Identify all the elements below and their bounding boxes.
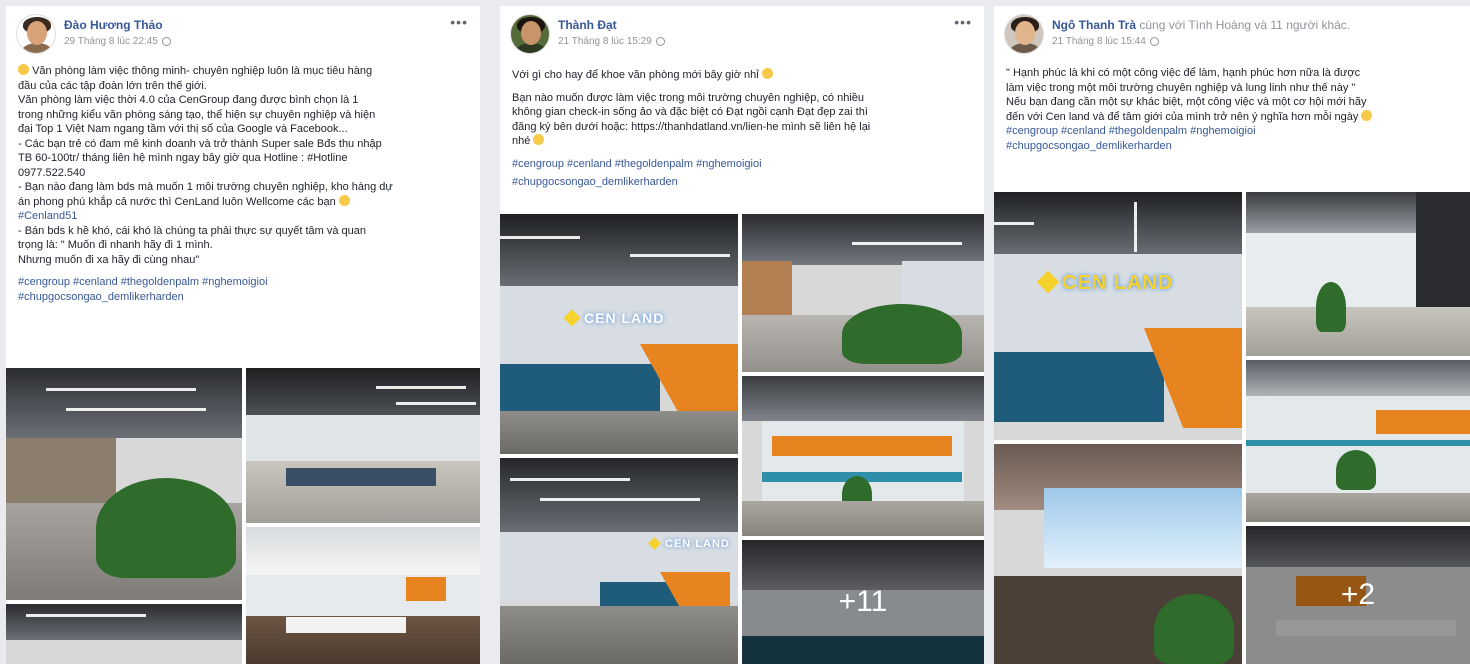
photo[interactable] <box>1246 192 1470 356</box>
author-line: Thành Đạt <box>558 18 617 32</box>
post-meta: 21 Tháng 8 lúc 15:29 <box>558 36 665 47</box>
post-meta: 21 Tháng 8 lúc 15:44 <box>1052 36 1159 47</box>
post-line <box>512 83 972 91</box>
tagged-with[interactable]: cùng với Tình Hoàng và 11 người khác. <box>1139 18 1350 32</box>
cenland-logo: CEN LAND <box>648 537 730 550</box>
post-card: Thành Đạt 21 Tháng 8 lúc 15:29 ••• Với g… <box>500 6 984 664</box>
post-card: Ngô Thanh Trà cùng với Tình Hoàng và 11 … <box>994 6 1470 664</box>
hashtag-link[interactable]: #chupgocsongao_demlikerharden <box>1006 139 1458 154</box>
post-line: - Các bạn trẻ có đam mê kinh doanh và tr… <box>18 137 382 150</box>
post-text: " Hạnh phúc là khi có một công việc để l… <box>994 56 1470 153</box>
laugh-emoji-icon <box>338 194 350 206</box>
globe-icon <box>1149 36 1159 46</box>
post-line: đại Top 1 Việt Nam ngang tầm với thị sổ … <box>18 123 348 135</box>
post-line: Với gì cho hay để khoe văn phòng mới bây… <box>512 69 759 81</box>
hashtag-link[interactable]: #cengroup #cenland #thegoldenpalm #nghem… <box>18 275 468 290</box>
photo[interactable] <box>246 368 480 523</box>
post-header: Thành Đạt 21 Tháng 8 lúc 15:29 ••• <box>500 6 984 56</box>
post-line: Văn phòng làm việc thông minh- chuyên ng… <box>32 65 373 77</box>
post-line: đến với Cen land và để tâm giới của mình… <box>1006 110 1359 123</box>
photo-grid: CEN LAND +2 <box>994 192 1470 664</box>
photo[interactable] <box>246 527 480 664</box>
more-options-button[interactable]: ••• <box>450 14 468 30</box>
post-line: TB 60-100tr/ tháng liên hệ mình ngay bây… <box>18 152 348 164</box>
avatar[interactable] <box>16 14 56 54</box>
photo[interactable]: CEN LAND <box>994 192 1242 440</box>
post-line: - Bạn nào đang làm bds mà muốn 1 môi trư… <box>18 181 393 193</box>
post-line: " Hạnh phúc là khi có một công việc để l… <box>1006 67 1361 79</box>
post-line: trong những kiểu văn phòng sáng tạo, thể… <box>18 108 376 121</box>
smiley-emoji-icon <box>1361 109 1373 121</box>
photo[interactable] <box>1246 360 1470 522</box>
photo[interactable] <box>6 604 242 664</box>
avatar[interactable] <box>1004 14 1044 54</box>
globe-icon <box>655 36 665 46</box>
hashtag-link[interactable]: #chupgocsongao_demlikerharden <box>18 290 468 305</box>
photo[interactable]: +2 <box>1246 526 1470 664</box>
photo[interactable]: CEN LAND <box>500 214 738 454</box>
photo[interactable] <box>742 376 984 536</box>
photo-grid <box>6 368 480 664</box>
cenland-logo: CEN LAND <box>1036 270 1173 295</box>
hashtag-link[interactable]: #cengroup #cenland #thegoldenpalm #nghem… <box>1006 124 1458 139</box>
post-meta: 29 Tháng 8 lúc 22:45 <box>64 36 171 47</box>
author-name[interactable]: Ngô Thanh Trà <box>1052 18 1136 32</box>
smiley-emoji-icon <box>533 134 545 145</box>
post-text: Văn phòng làm việc thông minh- chuyên ng… <box>6 56 480 304</box>
post-line: Nhưng muốn đi xa hãy đi cùng nhau" <box>18 253 200 266</box>
post-header: Ngô Thanh Trà cùng với Tình Hoàng và 11 … <box>994 6 1470 56</box>
timestamp[interactable]: 29 Tháng 8 lúc 22:45 <box>64 36 158 47</box>
post-line: 0977.522.540 <box>18 166 86 179</box>
post-line: đầu của các tập đoàn lớn trên thế giới. <box>18 79 207 92</box>
post-line: Văn phòng làm việc thời 4.0 của CenGroup… <box>18 94 359 106</box>
post-text: Với gì cho hay để khoe văn phòng mới bây… <box>500 56 984 190</box>
more-photos-count[interactable]: +2 <box>1246 526 1470 664</box>
post-line: đăng ký bên dưới hoặc: https://thanhdatl… <box>512 120 871 133</box>
photo[interactable] <box>994 444 1242 664</box>
author-line: Ngô Thanh Trà cùng với Tình Hoàng và 11 … <box>1052 18 1350 32</box>
post-line: Bạn nào muốn được làm việc trong môi trư… <box>512 91 865 104</box>
photo[interactable] <box>6 368 242 600</box>
timestamp[interactable]: 21 Tháng 8 lúc 15:44 <box>1052 36 1146 47</box>
globe-icon <box>161 36 171 46</box>
post-line: không gian check-in sống ảo và đặc biệt … <box>512 106 868 118</box>
post-line: trọng là: " Muốn đi nhanh hãy đi 1 mình. <box>18 239 213 251</box>
timestamp[interactable]: 21 Tháng 8 lúc 15:29 <box>558 36 652 47</box>
photo[interactable] <box>742 214 984 372</box>
hashtag-link[interactable]: #chupgocsongao_demlikerharden <box>512 175 972 190</box>
post-line: án phong phú khắp cả nước thì CenLand lu… <box>18 195 336 208</box>
post-header: Đào Hương Thảo 29 Tháng 8 lúc 22:45 ••• <box>6 6 480 56</box>
author-line: Đào Hương Thảo <box>64 18 163 32</box>
post-line: làm việc trong một môi trường chuyên ngh… <box>1006 81 1356 94</box>
more-photos-count[interactable]: +11 <box>742 540 984 664</box>
cenland-logo: CEN LAND <box>563 309 664 327</box>
photo-grid: CEN LAND CEN LAND +11 <box>500 214 984 664</box>
avatar[interactable] <box>510 14 550 54</box>
photo[interactable]: CEN LAND <box>500 458 738 664</box>
laugh-emoji-icon <box>761 68 773 79</box>
post-line: - Bán bds k hề khó, cái khó là chúng ta … <box>18 224 366 237</box>
post-line: Nếu bạn đang cần một sự khác biệt, một c… <box>1006 96 1367 108</box>
author-name[interactable]: Đào Hương Thảo <box>64 18 163 32</box>
hashtag-link[interactable]: #cengroup #cenland #thegoldenpalm #nghem… <box>512 157 972 172</box>
post-line: nhé <box>512 135 531 147</box>
author-name[interactable]: Thành Đạt <box>558 18 617 32</box>
photo[interactable]: +11 <box>742 540 984 664</box>
more-options-button[interactable]: ••• <box>954 14 972 30</box>
post-card: Đào Hương Thảo 29 Tháng 8 lúc 22:45 ••• … <box>6 6 480 664</box>
hashtag-link[interactable]: #Cenland51 <box>18 209 468 224</box>
smiley-emoji-icon <box>18 64 29 75</box>
